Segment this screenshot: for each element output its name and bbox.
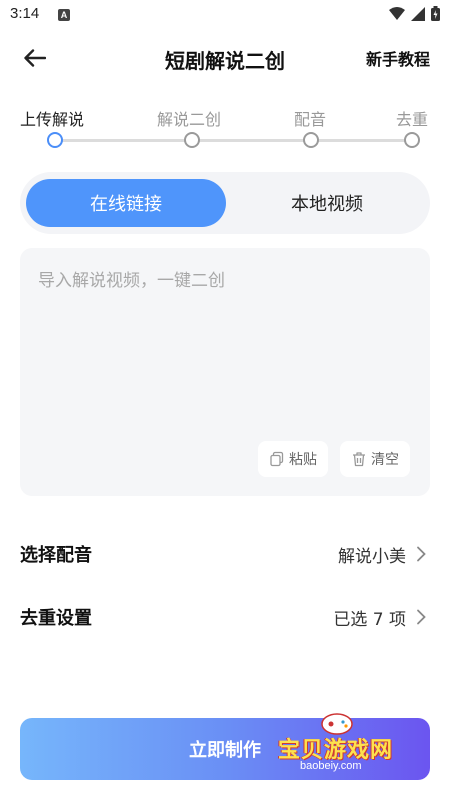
step-label-upload: 上传解说 bbox=[20, 110, 85, 129]
paste-icon bbox=[270, 451, 284, 467]
video-link-input[interactable] bbox=[38, 266, 408, 416]
watermark: 宝贝游戏网 baobeiy.com bbox=[270, 713, 430, 780]
status-time: 3:14 bbox=[10, 5, 40, 22]
step-label-dedup: 去重 bbox=[396, 110, 429, 129]
clear-label: 清空 bbox=[371, 452, 399, 468]
step-connector bbox=[55, 139, 412, 142]
step-label-dubbing: 配音 bbox=[294, 110, 327, 129]
trash-icon bbox=[353, 452, 365, 467]
dedup-setting-row[interactable]: 去重设置 已选 7 项 bbox=[20, 597, 430, 637]
tab-local-video[interactable]: 本地视频 bbox=[230, 179, 424, 227]
tutorial-link[interactable]: 新手教程 bbox=[366, 46, 430, 70]
header: 短剧解说二创 新手教程 bbox=[0, 30, 450, 86]
tab-online-link[interactable]: 在线链接 bbox=[26, 179, 226, 227]
dedup-setting-value: 已选 7 项 bbox=[333, 609, 406, 630]
make-now-label: 立即制作 bbox=[189, 740, 261, 761]
step-label-rewrite: 解说二创 bbox=[157, 110, 222, 129]
voice-setting-label: 选择配音 bbox=[20, 545, 92, 566]
battery-icon bbox=[431, 6, 440, 21]
status-bar: 3:14 A bbox=[0, 0, 450, 30]
step-dot-dubbing bbox=[303, 132, 319, 148]
voice-setting-value: 解说小美 bbox=[338, 546, 406, 567]
step-dot-upload bbox=[47, 132, 63, 148]
signal-icon bbox=[411, 6, 425, 21]
paste-label: 粘贴 bbox=[289, 452, 317, 468]
chevron-right-icon bbox=[416, 546, 430, 562]
step-dot-dedup bbox=[404, 132, 420, 148]
status-icons bbox=[389, 6, 440, 21]
voice-setting-row[interactable]: 选择配音 解说小美 bbox=[20, 534, 430, 574]
source-tab-switch: 在线链接 本地视频 bbox=[20, 172, 430, 234]
progress-steps: 上传解说 解说二创 配音 去重 bbox=[0, 100, 450, 150]
chevron-right-icon bbox=[416, 609, 430, 625]
link-input-card: 粘贴 清空 bbox=[20, 248, 430, 496]
dedup-setting-label: 去重设置 bbox=[20, 608, 92, 629]
watermark-url: baobeiy.com bbox=[300, 760, 362, 772]
paste-button[interactable]: 粘贴 bbox=[258, 441, 328, 477]
clear-button[interactable]: 清空 bbox=[340, 441, 410, 477]
wifi-icon bbox=[389, 6, 405, 20]
step-dot-rewrite bbox=[184, 132, 200, 148]
notification-icon: A bbox=[58, 9, 70, 21]
